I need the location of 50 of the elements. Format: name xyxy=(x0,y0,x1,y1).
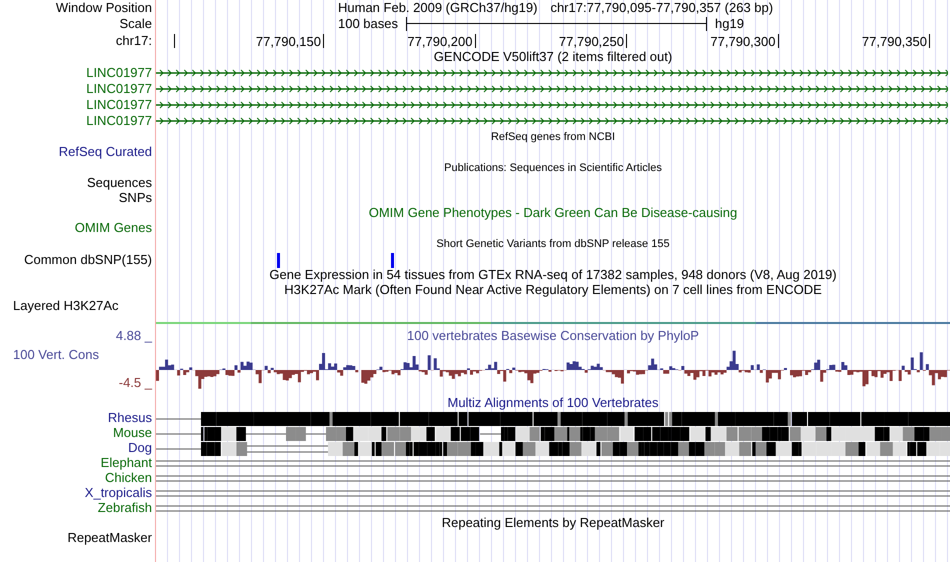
ruler-tick xyxy=(626,34,627,48)
track-label[interactable]: Zebrafish xyxy=(98,501,152,516)
track-label[interactable]: LINC01977 xyxy=(86,98,152,112)
track-title: Multiz Alignments of 100 Vertebrates xyxy=(447,396,658,411)
track-label[interactable]: 100 Vert. Cons xyxy=(13,348,152,362)
axis-min-label: -4.5 _ xyxy=(118,376,152,391)
track-label[interactable]: LINC01977 xyxy=(86,82,152,96)
scale-text: 100 bases xyxy=(338,16,398,32)
track-label[interactable]: Chicken xyxy=(105,471,152,486)
ruler-label: 77,790,200 xyxy=(407,34,472,49)
track-title: Short Genetic Variants from dbSNP release 155 xyxy=(436,238,670,250)
ruler-tick xyxy=(474,34,476,48)
track-label[interactable]: OMIM Genes xyxy=(74,221,152,236)
track-label[interactable]: LINC01977 xyxy=(86,66,152,80)
track-label[interactable]: RepeatMasker xyxy=(67,531,152,546)
track-label[interactable]: Sequences xyxy=(86,176,152,191)
track-label[interactable]: Rhesus xyxy=(108,411,152,426)
ruler-label: 77,790,150 xyxy=(256,34,321,49)
track-label[interactable]: SNPs xyxy=(118,191,152,206)
assembly-name: hg19 xyxy=(715,16,744,32)
ruler-tick xyxy=(323,34,324,48)
ruler-label: 77,790,300 xyxy=(710,34,776,49)
chromosome-label: chr17: xyxy=(116,34,152,48)
track-title: Repeating Elements by RepeatMasker xyxy=(442,516,664,531)
assembly-title: Human Feb. 2009 (GRCh37/hg19) xyxy=(338,0,538,16)
ruler-label: 77,790,250 xyxy=(558,34,624,49)
track-title: RefSeq genes from NCBI xyxy=(490,130,616,144)
track-label[interactable]: Dog xyxy=(128,441,152,456)
track-label[interactable]: LINC01977 xyxy=(86,114,152,128)
ruler-tick xyxy=(174,34,175,48)
track-title: Gene Expression in 54 tissues from GTEx RNA-seq of 17382 samples, 948 donors (V8, Aug 2019) xyxy=(269,268,837,283)
snp-mark[interactable] xyxy=(277,252,280,268)
track-title: GENCODE V50lift37 (2 items filtered out) xyxy=(434,50,672,65)
track-label[interactable]: Layered H3K27Ac xyxy=(13,299,119,314)
scale-label: Scale xyxy=(119,16,152,32)
track-title: Publications: Sequences in Scientific Articles xyxy=(444,162,662,174)
track-title: OMIM Gene Phenotypes - Dark Green Can Be Disease-causing xyxy=(368,206,738,221)
track-label[interactable]: Common dbSNP(155) xyxy=(24,252,152,268)
position-text: chr17:77,790,095-77,790,357 (263 bp) xyxy=(550,0,774,16)
track-label[interactable]: Elephant xyxy=(100,456,152,471)
ruler-label: 77,790,350 xyxy=(862,34,927,49)
track-title: H3K27Ac Mark (Often Found Near Active Regulatory Elements) on 7 cell lines from ENCODE xyxy=(284,283,822,298)
snp-mark[interactable] xyxy=(391,252,394,268)
axis-max-label: 4.88 _ xyxy=(116,328,152,344)
track-label[interactable]: RefSeq Curated xyxy=(58,145,152,160)
ruler-tick xyxy=(929,34,930,48)
window-position-label: Window Position xyxy=(56,0,152,16)
track-title: 100 vertebrates Basewise Conservation by PhyloP xyxy=(407,328,699,344)
track-label[interactable]: Mouse xyxy=(112,426,152,441)
track-label[interactable]: X_tropicalis xyxy=(84,486,152,501)
